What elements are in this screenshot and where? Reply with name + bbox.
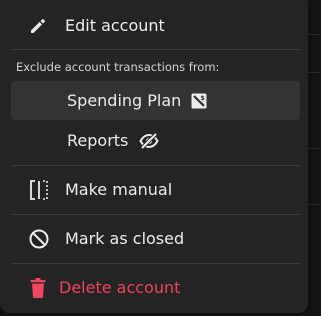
backdrop-line bbox=[307, 148, 321, 149]
exclude-section-heading: Exclude account transactions from: bbox=[16, 60, 220, 74]
mark-as-closed-label: Mark as closed bbox=[65, 229, 185, 248]
backdrop-line bbox=[307, 204, 321, 205]
menu-divider bbox=[12, 214, 300, 215]
delete-account-item[interactable]: Delete account bbox=[0, 270, 308, 306]
svg-text:$: $ bbox=[200, 94, 205, 102]
exclude-reports-item[interactable]: Reports bbox=[11, 121, 300, 160]
make-manual-label: Make manual bbox=[65, 180, 173, 199]
edit-account-label: Edit account bbox=[65, 16, 165, 35]
menu-divider bbox=[12, 165, 300, 166]
delete-account-label: Delete account bbox=[59, 278, 181, 297]
manual-toggle-icon bbox=[28, 179, 50, 201]
backdrop-line bbox=[307, 72, 321, 73]
edit-account-item[interactable]: Edit account bbox=[0, 8, 308, 44]
eye-off-icon bbox=[139, 131, 159, 151]
exclude-spending-plan-item[interactable]: Spending Plan $ bbox=[11, 81, 300, 120]
prohibited-circle-icon bbox=[28, 228, 50, 250]
account-options-menu: Edit account Exclude account transaction… bbox=[0, 0, 308, 313]
no-budget-icon: $ bbox=[189, 91, 209, 111]
pencil-icon bbox=[28, 16, 48, 36]
backdrop-line bbox=[307, 34, 321, 35]
menu-divider bbox=[12, 263, 300, 264]
spending-plan-label: Spending Plan bbox=[67, 91, 182, 110]
menu-divider bbox=[12, 49, 300, 50]
mark-as-closed-item[interactable]: Mark as closed bbox=[0, 221, 308, 257]
trash-icon bbox=[28, 277, 48, 299]
make-manual-item[interactable]: Make manual bbox=[0, 172, 308, 208]
reports-label: Reports bbox=[67, 131, 129, 150]
